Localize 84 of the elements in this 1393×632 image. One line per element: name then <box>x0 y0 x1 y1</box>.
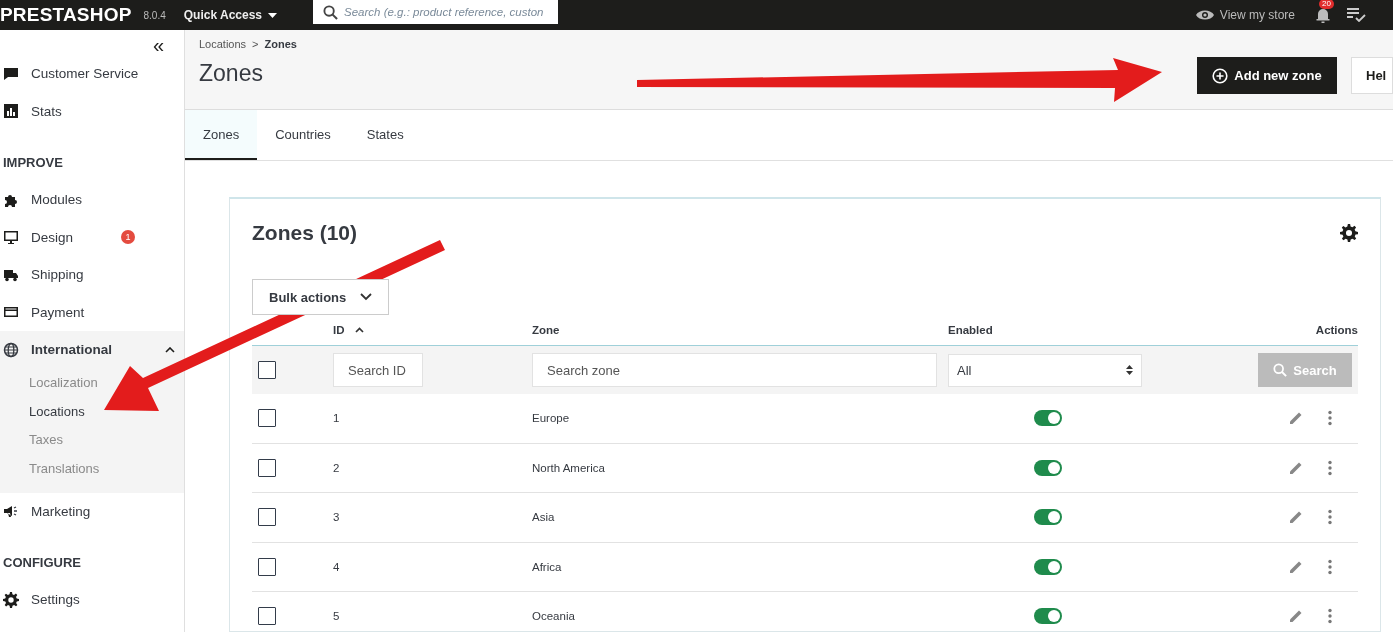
submenu-item[interactable]: Locations <box>0 397 184 426</box>
search-icon <box>323 4 339 20</box>
tab[interactable]: Zones <box>185 110 258 160</box>
column-header: Actions <box>1315 324 1358 336</box>
notification-badge: 20 <box>1319 0 1334 9</box>
menu-item[interactable]: Shipping <box>0 256 184 294</box>
search-icon <box>1273 363 1288 377</box>
globe-icon <box>3 341 19 358</box>
caret-icon <box>268 12 278 18</box>
menu-item[interactable]: Customer Service <box>0 64 184 93</box>
updown-icon <box>1126 365 1133 375</box>
count-badge: 1 <box>121 230 136 245</box>
quick-access-menu[interactable]: Quick Access <box>183 8 278 22</box>
chevron-icon <box>360 293 372 301</box>
edit-icon[interactable] <box>1288 608 1304 625</box>
table-cell: Africa <box>532 560 562 573</box>
menu-item[interactable]: Payment <box>0 293 184 331</box>
notifications-icon[interactable] <box>1315 7 1331 23</box>
more-options-icon[interactable] <box>1328 509 1332 526</box>
menu-item[interactable]: Design 1 <box>0 218 184 256</box>
table-cell: 3 <box>333 511 340 524</box>
menu-item[interactable]: Marketing <box>0 492 184 530</box>
breadcrumb-separator: > <box>252 38 259 50</box>
checkbox[interactable] <box>258 458 276 477</box>
search-field[interactable]: Search (e.g.: product reference, custon <box>313 0 559 24</box>
toggle-switch[interactable] <box>1034 410 1062 427</box>
eye-icon <box>1195 9 1214 21</box>
edit-icon[interactable] <box>1288 509 1304 526</box>
toggle-switch[interactable] <box>1034 608 1062 625</box>
column-header[interactable]: ID <box>333 324 345 336</box>
collapse-button[interactable]: « <box>152 33 184 61</box>
id-filter-field[interactable]: Search ID <box>333 353 423 387</box>
version-label: 8.0.4 <box>143 9 166 21</box>
table-cell: Europe <box>532 412 570 425</box>
table-cell: Asia <box>532 511 555 524</box>
toggle-switch[interactable] <box>1034 509 1062 526</box>
checkbox[interactable] <box>258 508 276 527</box>
more-options-icon[interactable] <box>1328 410 1332 427</box>
table-cell: 1 <box>333 412 340 425</box>
more-options-icon[interactable] <box>1328 608 1332 625</box>
megaphone-icon <box>3 503 19 520</box>
section-heading: CONFIGURE <box>2 554 82 572</box>
chart-icon <box>3 103 19 120</box>
checklist-icon[interactable] <box>1347 8 1366 22</box>
help-button[interactable]: Hel <box>1351 57 1393 94</box>
menu-item[interactable]: Settings <box>0 581 184 619</box>
column-header: Zone <box>532 324 560 336</box>
add-button[interactable]: Add new zone <box>1197 57 1337 94</box>
view-store-link[interactable]: View my store <box>1195 8 1295 22</box>
checkbox[interactable] <box>258 361 276 380</box>
settings-icon <box>3 591 19 608</box>
chevron-icon <box>165 346 175 353</box>
chat-icon <box>3 65 19 82</box>
enabled-filter-select[interactable]: All <box>948 353 1142 387</box>
monitor-icon <box>3 229 19 246</box>
table-cell: 5 <box>333 610 340 623</box>
section-heading: IMPROVE <box>2 154 64 172</box>
breadcrumb-item[interactable]: Locations <box>199 38 247 50</box>
column-header: Enabled <box>948 324 993 336</box>
card-title: Zones (10) <box>252 221 358 245</box>
tab[interactable]: Countries <box>257 110 349 160</box>
page-title: Zones <box>199 60 264 87</box>
table-cell: 4 <box>333 560 340 573</box>
settings-icon[interactable] <box>1340 224 1358 242</box>
bulk-actions-dropdown[interactable]: Bulk actions <box>252 279 389 315</box>
table-cell: North America <box>532 461 605 474</box>
plus-circle-icon <box>1212 67 1229 84</box>
zone-filter-field[interactable]: Search zone <box>532 353 937 387</box>
toggle-switch[interactable] <box>1034 558 1062 575</box>
checkbox[interactable] <box>258 409 276 428</box>
table-cell: 2 <box>333 461 340 474</box>
menu-item[interactable]: International <box>0 331 184 369</box>
tab[interactable]: States <box>348 110 422 160</box>
breadcrumb-item: Zones <box>264 38 297 50</box>
menu-item[interactable]: Modules <box>0 181 184 219</box>
menu-item[interactable]: Stats <box>0 92 184 130</box>
more-options-icon[interactable] <box>1328 558 1332 575</box>
checkbox[interactable] <box>258 557 276 576</box>
edit-icon[interactable] <box>1288 410 1304 427</box>
toggle-switch[interactable] <box>1034 459 1062 476</box>
more-options-icon[interactable] <box>1328 459 1332 476</box>
table-cell: Oceania <box>532 610 575 623</box>
checkbox[interactable] <box>258 607 276 626</box>
logo[interactable]: PRESTASHOP <box>0 4 132 26</box>
